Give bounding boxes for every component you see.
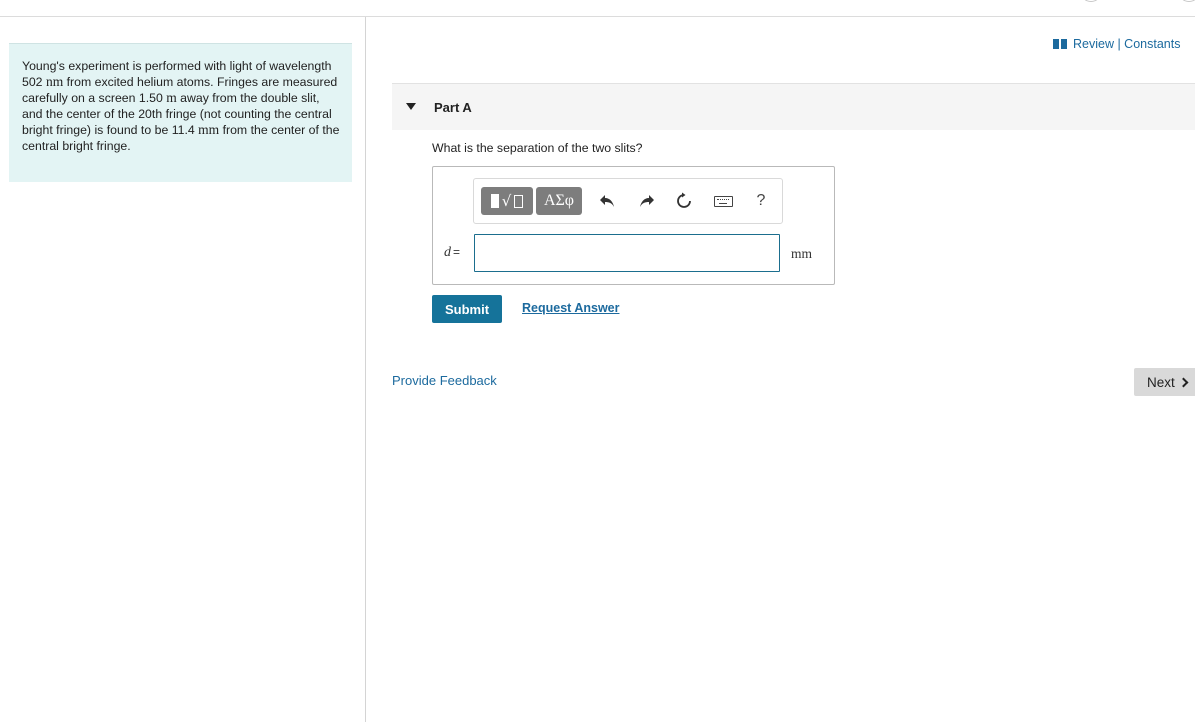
decorative-arc: [1178, 0, 1195, 2]
keyboard-icon[interactable]: [712, 192, 734, 210]
variable-label: d =: [444, 245, 460, 261]
part-a-header[interactable]: Part A: [392, 83, 1195, 130]
equals-sign: =: [453, 245, 461, 259]
templates-button[interactable]: √: [481, 187, 533, 215]
provide-feedback-link[interactable]: Provide Feedback: [392, 373, 497, 388]
submit-button[interactable]: Submit: [432, 295, 502, 323]
top-divider: [0, 16, 1195, 17]
pane-divider: [365, 17, 366, 722]
block-icon: [490, 194, 499, 208]
chevron-right-icon: [1178, 377, 1189, 387]
unit-mm: mm: [198, 122, 220, 137]
reset-icon[interactable]: [675, 192, 693, 210]
answer-box: √ ΑΣφ ? d = mm: [432, 166, 835, 285]
undo-icon[interactable]: [598, 192, 616, 210]
greek-symbols-button[interactable]: ΑΣφ: [536, 187, 582, 215]
caret-down-icon[interactable]: [406, 103, 416, 110]
next-label: Next: [1147, 374, 1175, 390]
book-icon: [1053, 39, 1067, 49]
request-answer-link[interactable]: Request Answer: [522, 301, 619, 315]
answer-unit: mm: [791, 246, 813, 261]
problem-statement: Young's experiment is performed with lig…: [9, 43, 352, 182]
help-icon[interactable]: ?: [752, 192, 770, 210]
unit-nm: nm: [45, 74, 64, 89]
variable-d: d: [444, 245, 451, 260]
math-toolbar: √ ΑΣφ ?: [473, 178, 783, 224]
unit-m: m: [166, 90, 177, 105]
decorative-arc: [1080, 0, 1102, 2]
part-title: Part A: [434, 100, 472, 115]
redo-icon[interactable]: [638, 192, 656, 210]
next-button[interactable]: Next: [1134, 368, 1195, 396]
square-root-icon: √: [501, 192, 512, 210]
review-constants-label: Review | Constants: [1073, 37, 1181, 51]
question-text: What is the separation of the two slits?: [432, 141, 643, 155]
answer-input[interactable]: [474, 234, 780, 272]
box-icon: [514, 194, 524, 208]
review-constants-link[interactable]: Review | Constants: [1053, 37, 1180, 51]
